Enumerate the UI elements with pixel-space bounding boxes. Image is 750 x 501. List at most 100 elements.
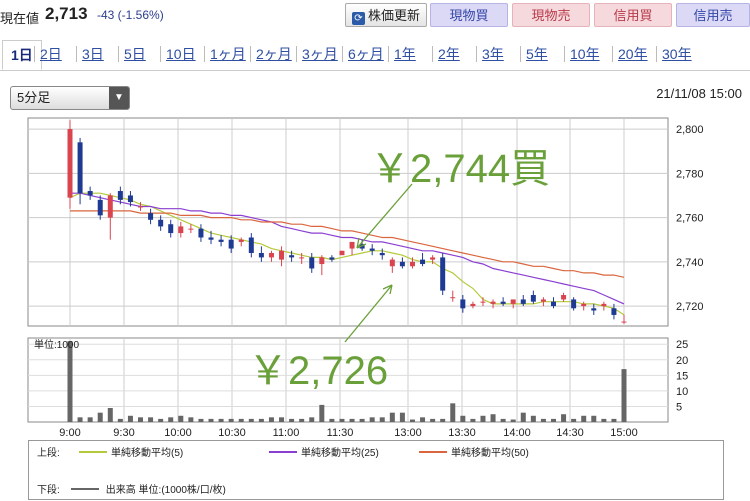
spot-buy-button[interactable]: 現物買	[430, 3, 508, 27]
volume-bar	[188, 417, 194, 422]
tab-14[interactable]: 20年	[618, 44, 648, 64]
tab-separator	[432, 46, 433, 62]
price-label: 現在値	[0, 11, 40, 26]
margin-buy-button[interactable]: 信用買	[594, 3, 672, 27]
price-tick-label: 2,800	[676, 124, 704, 136]
candle-body	[339, 250, 345, 256]
x-tick-label: 11:30	[327, 427, 354, 439]
candle-body	[319, 257, 325, 265]
tab-12[interactable]: 5年	[526, 44, 548, 64]
price-tick-label: 2,740	[676, 257, 704, 269]
margin-sell-button[interactable]: 信用売	[676, 3, 750, 27]
candle-body	[409, 261, 415, 267]
volume-bar	[148, 417, 154, 422]
tab-7[interactable]: 3ヶ月	[302, 44, 338, 64]
tab-separator	[204, 46, 205, 62]
candle-body	[460, 299, 466, 309]
tab-2[interactable]: 3日	[82, 44, 104, 64]
candle-body	[520, 299, 526, 304]
candle-body	[369, 248, 375, 251]
candle-body	[178, 226, 184, 234]
tab-3[interactable]: 5日	[124, 44, 146, 64]
candle-body	[420, 259, 426, 265]
tab-separator	[296, 46, 297, 62]
x-tick-label: 14:00	[503, 427, 531, 439]
volume-bar	[238, 418, 244, 422]
legend-swatch	[419, 451, 447, 453]
candle-body	[329, 257, 335, 260]
candle-body	[530, 295, 536, 302]
tab-5[interactable]: 1ヶ月	[210, 44, 246, 64]
volume-bar	[178, 415, 184, 422]
volume-bar	[359, 418, 365, 422]
volume-bar	[601, 418, 607, 422]
legend-swatch	[269, 451, 297, 453]
x-tick-label: 13:00	[394, 427, 422, 439]
volume-bar	[127, 415, 133, 422]
refresh-button[interactable]: ⟳ 株価更新	[345, 3, 427, 27]
candle-body	[248, 237, 254, 253]
tab-10[interactable]: 2年	[438, 44, 460, 64]
chevron-down-icon: ▼	[109, 87, 129, 109]
volume-bar	[218, 418, 224, 422]
volume-bar	[268, 417, 274, 422]
legend-lower-label: 下段:	[37, 485, 60, 496]
tab-8[interactable]: 6ヶ月	[348, 44, 384, 64]
volume-tick-label: 20	[676, 355, 688, 367]
candle-body	[490, 301, 496, 304]
tab-6[interactable]: 2ヶ月	[256, 44, 292, 64]
candle-body	[581, 303, 587, 307]
tab-separator	[612, 46, 613, 62]
candle-body	[500, 301, 506, 304]
volume-bar	[299, 418, 305, 422]
candle-body	[198, 228, 204, 238]
tab-1[interactable]: 2日	[40, 44, 62, 64]
volume-bar	[409, 419, 415, 422]
volume-bar	[158, 418, 164, 422]
tab-13[interactable]: 10年	[570, 44, 600, 64]
tab-separator	[118, 46, 119, 62]
volume-bar	[349, 418, 355, 422]
volume-bar	[258, 418, 264, 422]
candle-body	[117, 191, 123, 200]
tab-separator	[250, 46, 251, 62]
refresh-icon: ⟳	[351, 12, 365, 25]
candle-body	[540, 299, 546, 302]
tab-separator	[564, 46, 565, 62]
spot-sell-button[interactable]: 現物売	[512, 3, 590, 27]
candle-body	[430, 257, 436, 260]
legend-series-name: 単純移動平均(50)	[451, 448, 529, 459]
candle-body	[228, 239, 234, 249]
interval-select[interactable]: 5分足 ▼	[10, 86, 130, 110]
current-price: 2,713	[45, 4, 88, 23]
tab-15[interactable]: 30年	[662, 44, 692, 64]
volume-bar	[248, 418, 254, 422]
candle-body	[379, 252, 385, 256]
legend-item-ma-1: 単純移動平均(25)	[269, 444, 379, 459]
candle-body	[601, 303, 607, 307]
legend-volume-swatch	[71, 488, 99, 490]
volume-bar	[460, 415, 466, 422]
candle-body	[138, 206, 144, 208]
tab-0[interactable]: 1日	[2, 40, 42, 70]
candle-body	[188, 228, 194, 230]
candle-body	[450, 297, 456, 299]
legend-item-ma-0: 単純移動平均(5)	[79, 444, 183, 459]
candle-body	[127, 195, 133, 203]
volume-bar	[510, 419, 516, 422]
tab-11[interactable]: 3年	[482, 44, 504, 64]
volume-bar	[289, 418, 295, 422]
tab-9[interactable]: 1年	[394, 44, 416, 64]
tab-separator	[388, 46, 389, 62]
volume-bar	[77, 417, 83, 422]
price-change: -43 (-1.56%)	[97, 8, 164, 22]
tab-4[interactable]: 10日	[166, 44, 196, 64]
candle-body	[470, 303, 476, 307]
candle-body	[621, 321, 627, 323]
x-tick-label: 11:00	[273, 427, 300, 439]
volume-bar	[440, 418, 446, 422]
volume-bar	[208, 418, 214, 422]
stock-chart: 2,720 2,740 2,760 2,780 2,800 5 10 15 20 25 単位:100…	[27, 117, 704, 439]
x-tick-label: 9:30	[113, 427, 134, 439]
volume-bar	[198, 418, 204, 422]
